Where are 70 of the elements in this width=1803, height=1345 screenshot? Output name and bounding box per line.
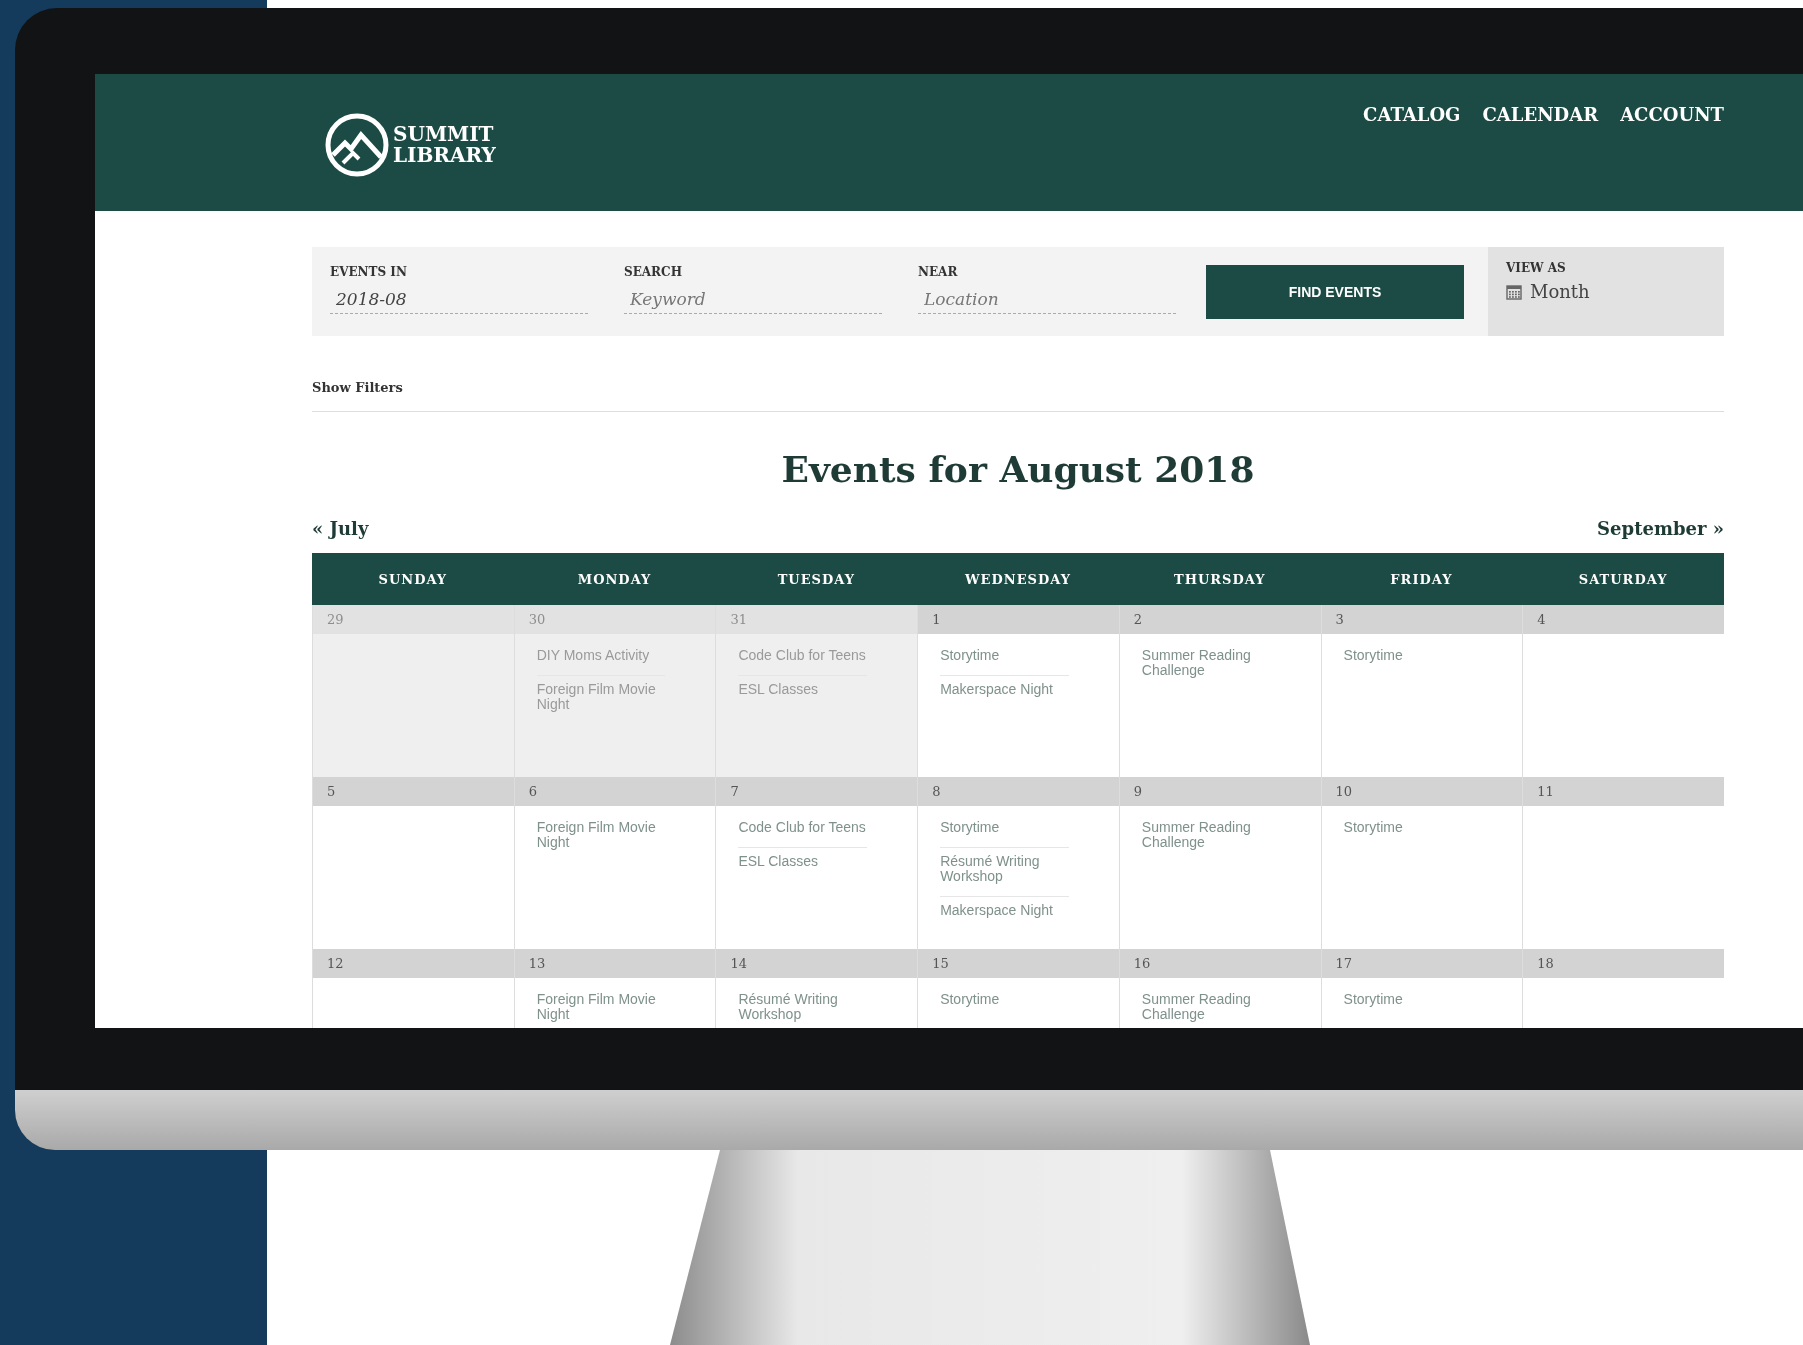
day-number: 30 (514, 605, 716, 634)
event-link[interactable]: Makerspace Night (940, 676, 1069, 709)
field-label: VIEW AS (1506, 261, 1567, 275)
event-link[interactable]: DIY Moms Activity (536, 642, 666, 676)
logo-text: LIBRARY (393, 144, 496, 166)
weekday-header: SATURDAY (1522, 553, 1724, 605)
day-number: 15 (918, 949, 1119, 978)
day-number: 3 (1321, 605, 1523, 634)
event-link[interactable]: Code Club for Teens (738, 642, 868, 676)
event-link[interactable]: Foreign Film Movie Night (536, 814, 666, 862)
day-number: 6 (514, 777, 716, 806)
day-number: 7 (716, 777, 918, 806)
event-link[interactable]: Code Club for Teens (738, 814, 868, 848)
event-link[interactable]: Foreign Film Movie Night (536, 986, 666, 1028)
day-number: 11 (1523, 777, 1724, 806)
day-number: 17 (1321, 949, 1523, 978)
day-number: 1 (918, 605, 1119, 634)
day-number: 9 (1119, 777, 1321, 806)
field-label: NEAR (918, 265, 959, 279)
event-link[interactable]: Storytime (940, 642, 1069, 676)
day-number: 12 (313, 949, 514, 978)
day-number: 16 (1119, 949, 1321, 978)
input-field[interactable]: 2018-08 (330, 285, 588, 314)
field-label: EVENTS IN (330, 265, 408, 279)
day-number: 10 (1321, 777, 1523, 806)
event-link[interactable]: Storytime (1343, 642, 1473, 675)
weekday-header: MONDAY (513, 553, 716, 605)
nav-link[interactable]: CALENDAR (1482, 104, 1599, 128)
day-number: 2 (1119, 605, 1321, 634)
input-field[interactable]: Location (918, 285, 1176, 314)
day-number: 14 (716, 949, 918, 978)
day-number: 8 (918, 777, 1119, 806)
event-link[interactable]: Makerspace Night (940, 897, 1069, 930)
event-link[interactable]: ESL Classes (738, 676, 868, 709)
event-link[interactable]: Summer Reading Challenge (1141, 814, 1271, 862)
logo-text: SUMMIT (393, 123, 495, 145)
event-link[interactable]: Storytime (1343, 986, 1473, 1019)
field-label: SEARCH (624, 265, 683, 279)
event-link[interactable]: Summer Reading Challenge (1141, 986, 1271, 1028)
weekday-header: THURSDAY (1118, 553, 1321, 605)
weekday-header: TUESDAY (715, 553, 918, 605)
day-number: 13 (514, 949, 716, 978)
nav-link[interactable]: CATALOG (1363, 104, 1461, 128)
day-number: 18 (1523, 949, 1724, 978)
event-link[interactable]: Storytime (940, 986, 1069, 1019)
page-title: Events for August 2018 (780, 448, 1256, 490)
event-link[interactable]: ESL Classes (738, 848, 868, 881)
find-events-button[interactable]: FIND EVENTS (1206, 265, 1464, 319)
day-number: 31 (716, 605, 918, 634)
event-link[interactable]: Résumé Writing Workshop (940, 848, 1069, 897)
day-number: 5 (313, 777, 514, 806)
event-link[interactable]: Storytime (940, 814, 1069, 848)
next-month-link[interactable]: September » (1597, 518, 1724, 539)
event-link[interactable]: Summer Reading Challenge (1141, 642, 1271, 690)
input-field[interactable]: Keyword (624, 285, 882, 314)
previous-month-link[interactable]: « July (312, 518, 369, 539)
weekday-header: SUNDAY (312, 553, 514, 605)
show-filters-link[interactable]: Show Filters (312, 380, 403, 395)
day-number: 29 (313, 605, 514, 634)
nav-link[interactable]: ACCOUNT (1620, 104, 1724, 128)
event-link[interactable]: Foreign Film Movie Night (536, 676, 666, 724)
view-mode-value: Month (1530, 281, 1590, 302)
event-link[interactable]: Storytime (1343, 814, 1473, 847)
calendar-icon (1506, 283, 1522, 300)
weekday-header: FRIDAY (1320, 553, 1523, 605)
view-as-panel[interactable]: VIEW AS Month (1488, 247, 1724, 336)
event-link[interactable]: Résumé Writing Workshop (738, 986, 868, 1028)
day-number: 4 (1523, 605, 1724, 634)
mountain-logo-icon (325, 112, 389, 177)
weekday-header: WEDNESDAY (917, 553, 1119, 605)
